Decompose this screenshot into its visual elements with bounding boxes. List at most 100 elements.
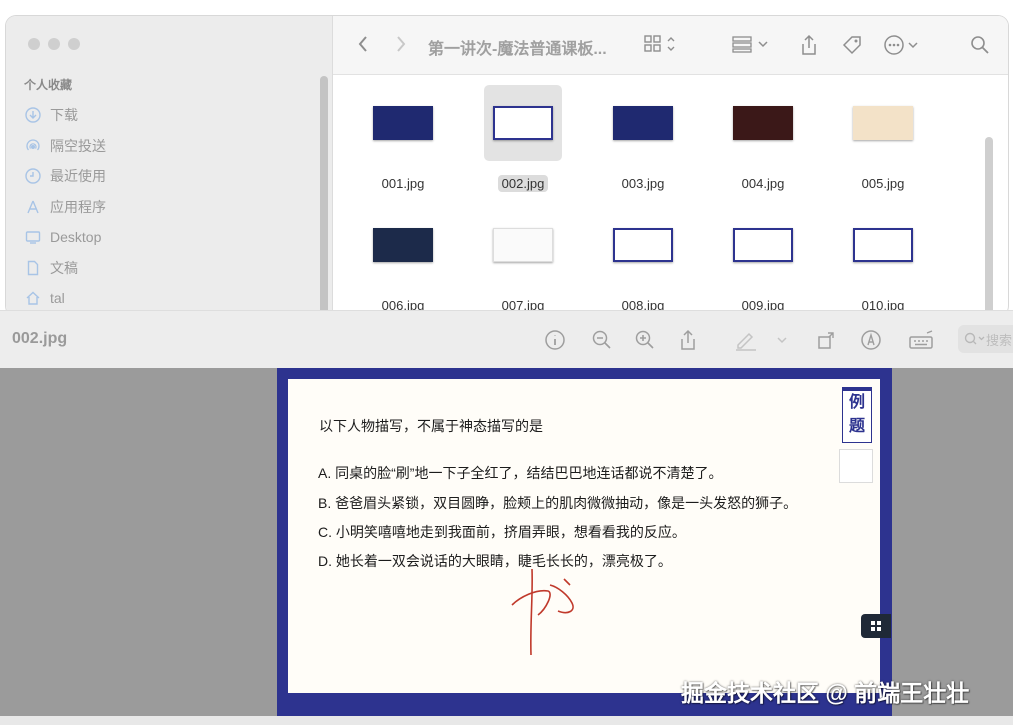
sidebar-section-favorites: 个人收藏 bbox=[24, 78, 73, 92]
thumbnail-grid-button[interactable] bbox=[861, 614, 891, 638]
file-name: 005.jpg bbox=[861, 176, 905, 191]
file-thumbnail-frame bbox=[364, 207, 442, 283]
group-button[interactable] bbox=[731, 34, 771, 54]
file-name: 002.jpg bbox=[497, 175, 549, 192]
tags-button[interactable] bbox=[841, 34, 863, 56]
search-placeholder: 搜索 bbox=[986, 332, 1013, 348]
close-window-button[interactable] bbox=[28, 38, 40, 50]
share-icon bbox=[802, 34, 816, 55]
chevron-right-icon bbox=[397, 36, 406, 52]
example-tag-line2: 题 bbox=[848, 418, 865, 435]
sidebar-item-desktop[interactable]: Desktop bbox=[24, 222, 106, 253]
chevron-left-icon bbox=[358, 36, 367, 52]
file-thumbnail bbox=[733, 228, 793, 262]
quicklook-search-field[interactable]: 搜索 bbox=[958, 325, 1013, 353]
sidebar-item-label: 文稿 bbox=[50, 259, 78, 276]
forward-button[interactable] bbox=[395, 34, 407, 54]
file-tile[interactable]: 006.jpg bbox=[363, 207, 443, 315]
grid-scrollbar[interactable] bbox=[985, 137, 993, 316]
file-thumbnail bbox=[493, 228, 553, 262]
file-tile[interactable]: 004.jpg bbox=[723, 85, 803, 193]
file-thumbnail-frame bbox=[724, 85, 802, 161]
bottom-strip bbox=[0, 716, 1013, 725]
sidebar-item-recents[interactable]: 最近使用 bbox=[24, 161, 106, 192]
file-thumbnail bbox=[373, 106, 433, 140]
file-thumbnail-frame bbox=[484, 85, 562, 161]
sidebar-item-label: 应用程序 bbox=[50, 198, 106, 215]
file-thumbnail bbox=[613, 106, 673, 140]
more-actions-button[interactable] bbox=[883, 34, 923, 56]
sidebar-item-home[interactable]: tal bbox=[24, 283, 106, 314]
file-thumbnail bbox=[373, 228, 433, 262]
search-button[interactable] bbox=[969, 34, 991, 56]
file-thumbnail bbox=[853, 106, 913, 140]
sidebar-item-label: tal bbox=[50, 290, 65, 307]
finder-toolbar: 第一讲次-魔法普通课板... bbox=[333, 16, 1008, 75]
option-d: D. 她长着一双会说话的大眼睛，睫毛长长的，漂亮极了。 bbox=[318, 553, 672, 569]
pen-icon bbox=[736, 332, 756, 351]
file-thumbnail-frame bbox=[484, 207, 562, 283]
quicklook-toolbar: 002.jpg 搜索 bbox=[0, 310, 1013, 369]
clock-icon bbox=[24, 167, 42, 185]
window-title: 第一讲次-魔法普通课板... bbox=[428, 41, 607, 58]
sidebar-item-label: Desktop bbox=[50, 229, 102, 246]
slide-content: 以下人物描写，不属于神态描写的是 A. 同桌的脸“刷”地一下子全红了，结结巴巴地… bbox=[288, 379, 880, 693]
file-tile[interactable]: 008.jpg bbox=[603, 207, 683, 315]
markup-pen-button[interactable] bbox=[734, 329, 760, 356]
finder-sidebar: 个人收藏 下载 隔空投送 最近使用 应用程序 Desktop 文稿 tal bbox=[6, 16, 333, 316]
file-thumbnail bbox=[733, 106, 793, 140]
share-button[interactable] bbox=[799, 34, 819, 56]
watermark: 掘金技术社区 @ 前端王壮壮 bbox=[681, 680, 970, 706]
sidebar-item-documents[interactable]: 文稿 bbox=[24, 253, 106, 284]
sidebar-list: 下载 隔空投送 最近使用 应用程序 Desktop 文稿 tal bbox=[24, 100, 106, 314]
file-tile[interactable]: 010.jpg bbox=[843, 207, 923, 315]
zoom-window-button[interactable] bbox=[68, 38, 80, 50]
sidebar-item-downloads[interactable]: 下载 bbox=[24, 100, 106, 131]
markup-button[interactable] bbox=[860, 329, 882, 356]
zoom-out-icon bbox=[592, 330, 611, 349]
sidebar-scrollbar[interactable] bbox=[320, 76, 328, 316]
view-mode-button[interactable] bbox=[643, 34, 679, 54]
download-icon bbox=[24, 106, 42, 124]
chevron-down-icon bbox=[777, 337, 787, 344]
file-tile[interactable]: 009.jpg bbox=[723, 207, 803, 315]
tag-icon bbox=[842, 36, 861, 55]
zoom-out-button[interactable] bbox=[591, 329, 613, 356]
file-thumbnail-frame bbox=[844, 207, 922, 283]
file-thumbnail-frame bbox=[604, 85, 682, 161]
tag-placeholder-box bbox=[839, 449, 873, 483]
file-tile-selected[interactable]: 002.jpg bbox=[483, 85, 563, 193]
file-tile[interactable]: 003.jpg bbox=[603, 85, 683, 193]
markup-icon bbox=[861, 330, 881, 350]
zoom-in-button[interactable] bbox=[634, 329, 656, 356]
option-b: B. 爸爸眉头紧锁，双目圆睁，脸颊上的肌肉微微抽动，像是一头发怒的狮子。 bbox=[318, 495, 798, 511]
markup-dropdown-button[interactable] bbox=[775, 329, 789, 356]
file-thumbnail bbox=[613, 228, 673, 262]
file-tile[interactable]: 007.jpg bbox=[483, 207, 563, 315]
sidebar-item-airdrop[interactable]: 隔空投送 bbox=[24, 131, 106, 162]
option-a: A. 同桌的脸“刷”地一下子全红了，结结巴巴地连话都说不清楚了。 bbox=[318, 465, 723, 481]
search-icon bbox=[971, 36, 989, 54]
slide-image: 以下人物描写，不属于神态描写的是 A. 同桌的脸“刷”地一下子全红了，结结巴巴地… bbox=[277, 368, 892, 716]
sidebar-item-applications[interactable]: 应用程序 bbox=[24, 192, 106, 223]
file-thumbnail-frame bbox=[604, 207, 682, 283]
share-icon bbox=[681, 329, 695, 350]
edit-keyboard-button[interactable] bbox=[908, 329, 936, 356]
rotate-icon bbox=[818, 332, 834, 349]
info-button[interactable] bbox=[544, 329, 566, 356]
quicklook-title: 002.jpg bbox=[12, 330, 68, 347]
back-button[interactable] bbox=[357, 34, 369, 54]
share-button[interactable] bbox=[678, 329, 698, 356]
info-icon bbox=[545, 330, 565, 350]
file-tile[interactable]: 001.jpg bbox=[363, 85, 443, 193]
apps-icon bbox=[24, 198, 42, 216]
example-tag: 例 题 bbox=[842, 387, 872, 443]
rotate-button[interactable] bbox=[816, 329, 838, 356]
minimize-window-button[interactable] bbox=[48, 38, 60, 50]
finder-window: 个人收藏 下载 隔空投送 最近使用 应用程序 Desktop 文稿 tal 第一… bbox=[6, 16, 1008, 316]
file-thumbnail bbox=[853, 228, 913, 262]
file-tile[interactable]: 005.jpg bbox=[843, 85, 923, 193]
desktop-icon bbox=[24, 228, 42, 246]
document-icon bbox=[24, 259, 42, 277]
file-thumbnail-frame bbox=[724, 207, 802, 283]
